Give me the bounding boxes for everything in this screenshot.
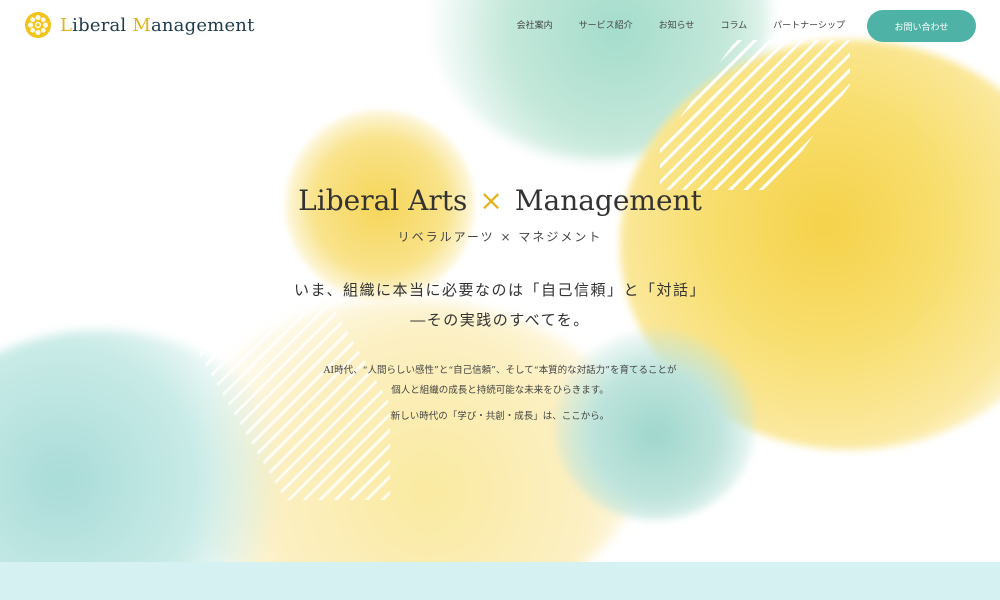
flower-emblem-icon [25, 12, 51, 38]
hero-title-times-symbol: × [479, 183, 503, 217]
nav-item-partnership[interactable]: パートナーシップ [773, 18, 845, 31]
hero-closing-line: 新しい時代の「学び・共創・成長」は、ここから。 [390, 411, 610, 422]
logo-initial-m: M [132, 14, 151, 36]
hero-title: Liberal Arts × Management [0, 180, 1000, 220]
hero-section: Liberal Arts × Management リベラルアーツ × マネジメ… [0, 180, 1000, 427]
contact-button[interactable]: お問い合わせ [867, 10, 976, 42]
nav-item-services[interactable]: サービス紹介 [579, 18, 633, 31]
nav-item-column[interactable]: コラム [720, 18, 747, 31]
next-section-strip [0, 562, 1000, 600]
nav-item-company[interactable]: 会社案内 [517, 18, 553, 31]
hero-description-line-1: AI時代、“人間らしい感性”と“自己信頼”、そして“本質的な対話力”を育てること… [323, 365, 677, 376]
site-header: Liberal Management 会社案内 サービス紹介 お知らせ コラム … [0, 0, 1000, 52]
hero-title-management: Management [514, 183, 702, 217]
site-logo[interactable]: Liberal Management [24, 10, 255, 40]
main-nav: 会社案内 サービス紹介 お知らせ コラム パートナーシップ [517, 18, 845, 31]
nav-item-news[interactable]: お知らせ [659, 18, 695, 31]
logo-initial-l: L [60, 14, 73, 36]
hero-tagline: いま、組織に本当に必要なのは「自己信頼」と「対話」 ―その実践のすべてを。 [0, 275, 1000, 335]
hero-description: AI時代、“人間らしい感性”と“自己信頼”、そして“本質的な対話力”を育てること… [0, 361, 1000, 401]
hero-title-liberal-arts: Liberal Arts [298, 183, 468, 217]
hero-description-line-2: 個人と組織の成長と持続可能な未来をひらきます。 [391, 385, 609, 396]
hero-subtitle: リベラルアーツ × マネジメント [397, 230, 603, 244]
logo-word-management: anagement [150, 14, 255, 36]
logo-word-liberal: iberal [72, 14, 133, 36]
hero-tagline-line-2: ―その実践のすべてを。 [410, 311, 590, 329]
hero-tagline-line-1: いま、組織に本当に必要なのは「自己信頼」と「対話」 [294, 281, 706, 299]
logo-wordmark: Liberal Management [60, 15, 255, 36]
